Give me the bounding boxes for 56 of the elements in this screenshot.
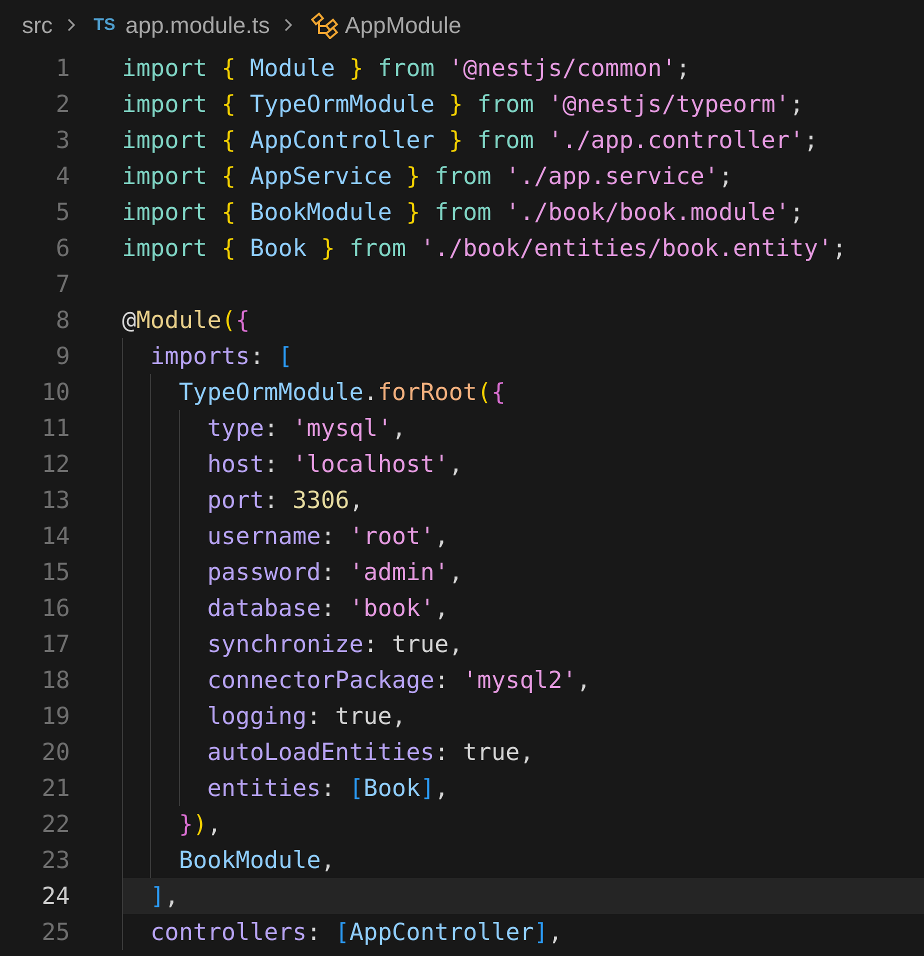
line-number: 17 bbox=[40, 629, 70, 660]
code-line: connectorPackage: 'mysql2', bbox=[207, 665, 591, 696]
line-number: 3 bbox=[54, 125, 70, 156]
code-line: import { Module } from '@nestjs/common'; bbox=[122, 53, 690, 84]
line-number: 23 bbox=[40, 845, 70, 876]
code-line: type: 'mysql', bbox=[207, 413, 406, 444]
line-number: 9 bbox=[54, 341, 70, 372]
line-number: 1 bbox=[54, 53, 70, 84]
breadcrumb-item[interactable]: app.module.ts bbox=[125, 12, 270, 38]
code-line: imports: [ bbox=[150, 341, 292, 372]
code-line: import { Book } from './book/entities/book.entity'; bbox=[122, 233, 846, 264]
code-line: password: 'admin', bbox=[207, 557, 463, 588]
line-number: 12 bbox=[40, 449, 70, 480]
typescript-file-icon: TS bbox=[94, 15, 116, 35]
code-line: import { TypeOrmModule } from '@nestjs/typeorm'; bbox=[122, 89, 804, 120]
line-number: 20 bbox=[40, 737, 70, 768]
line-number: 25 bbox=[40, 917, 70, 948]
code-line: entities: [Book], bbox=[207, 773, 449, 804]
line-number: 8 bbox=[54, 305, 70, 336]
line-number: 19 bbox=[40, 701, 70, 732]
line-number: 24 bbox=[40, 881, 70, 912]
chevron-right-icon bbox=[66, 18, 76, 32]
code-line: logging: true, bbox=[207, 701, 406, 732]
code-line: port: 3306, bbox=[207, 485, 364, 516]
line-number: 5 bbox=[54, 197, 70, 228]
code-line: BookModule, bbox=[178, 845, 336, 876]
line-number: 10 bbox=[40, 377, 70, 408]
line-number: 13 bbox=[40, 485, 70, 516]
line-number: 18 bbox=[40, 665, 70, 696]
line-number: 14 bbox=[40, 521, 70, 552]
code-line: import { AppController } from './app.controller'; bbox=[122, 125, 818, 156]
line-number: 21 bbox=[40, 773, 70, 804]
line-number: 22 bbox=[40, 809, 70, 840]
code-line: import { BookModule } from './book/book.module'; bbox=[122, 197, 804, 228]
code-line: import { AppService } from './app.service'; bbox=[122, 161, 733, 192]
code-line: TypeOrmModule.forRoot({ bbox=[178, 377, 506, 408]
code-line: synchronize: true, bbox=[207, 629, 463, 660]
breadcrumb-item[interactable]: AppModule bbox=[344, 12, 462, 38]
chevron-right-icon bbox=[284, 18, 293, 32]
code-line: database: 'book', bbox=[207, 593, 449, 624]
line-number: 2 bbox=[54, 89, 70, 120]
code-line: }), bbox=[178, 809, 222, 840]
code-line: ], bbox=[150, 881, 179, 912]
code-line: @Module({ bbox=[122, 305, 250, 336]
line-number: 7 bbox=[54, 269, 70, 300]
code-line: autoLoadEntities: true, bbox=[207, 737, 534, 768]
code-line: username: 'root', bbox=[207, 521, 449, 552]
line-number: 11 bbox=[40, 413, 70, 444]
breadcrumb-item[interactable]: src bbox=[22, 12, 53, 38]
line-number: 6 bbox=[54, 233, 70, 264]
code-line: controllers: [AppController], bbox=[150, 917, 562, 948]
module-icon bbox=[310, 11, 339, 39]
code-line: host: 'localhost', bbox=[207, 449, 463, 480]
line-number: 4 bbox=[54, 161, 70, 192]
line-number: 16 bbox=[40, 593, 70, 624]
line-number: 15 bbox=[40, 557, 70, 588]
